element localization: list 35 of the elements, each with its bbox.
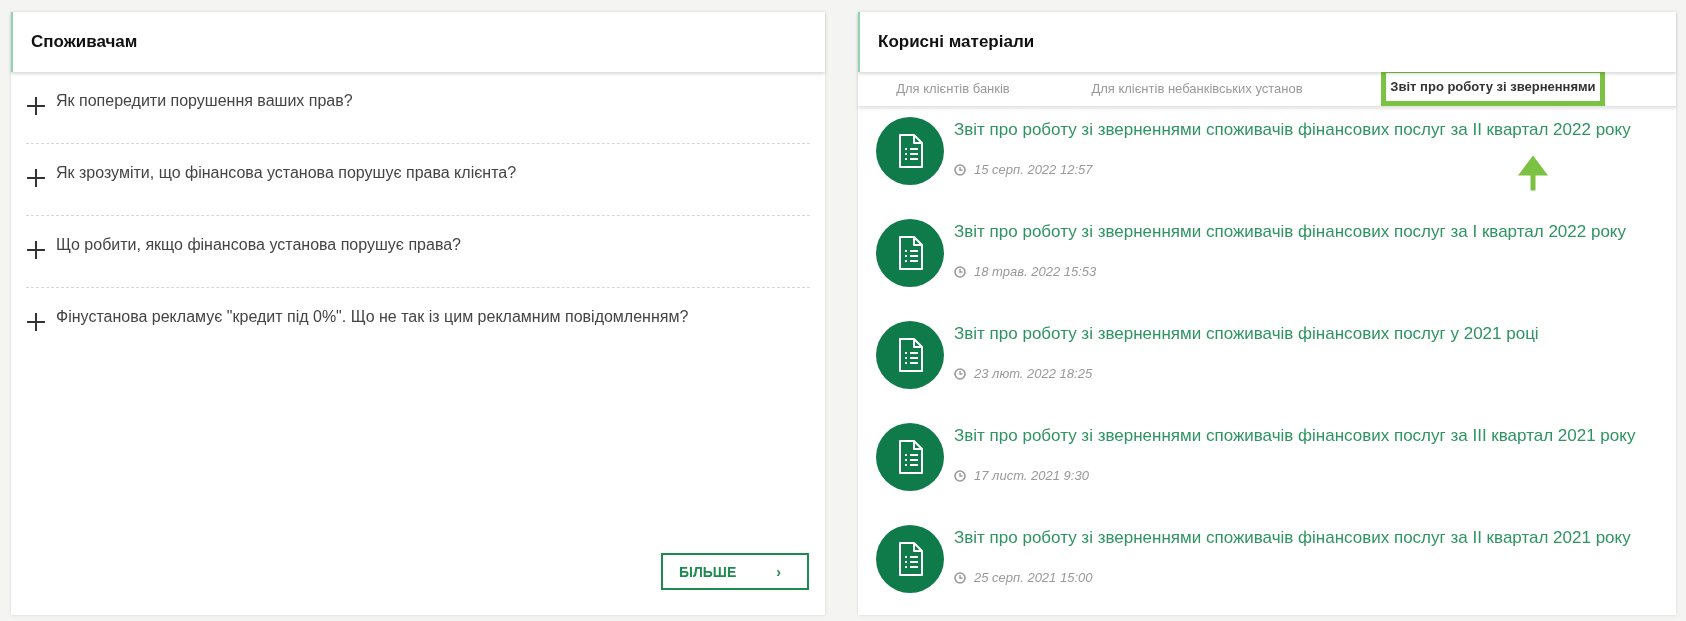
document-date: 23 лют. 2022 18:25 <box>974 366 1093 381</box>
clock-icon <box>954 265 966 278</box>
document-icon <box>876 117 944 185</box>
faq-question[interactable]: Як зрозуміти, що фінансова установа порушує права клієнта? <box>56 164 517 182</box>
document-link[interactable]: Звіт про роботу зі зверненнями споживачів фінансових послуг за II квартал 2022 року <box>954 120 1631 140</box>
document-link[interactable]: Звіт про роботу зі зверненнями споживачів фінансових послуг за I квартал 2022 року <box>954 222 1626 242</box>
more-button[interactable]: БІЛЬШЕ › <box>661 553 809 590</box>
document-link[interactable]: Звіт про роботу зі зверненнями споживачів фінансових послуг за III квартал 2021 року <box>954 426 1636 446</box>
plus-icon[interactable] <box>26 312 46 332</box>
clock-icon <box>954 469 966 482</box>
document-link[interactable]: Звіт про роботу зі зверненнями споживачів фінансових послуг у 2021 році <box>954 324 1539 344</box>
document-date: 25 серп. 2021 15:00 <box>974 570 1093 585</box>
clock-icon <box>954 571 966 584</box>
document-icon <box>876 423 944 491</box>
tab[interactable]: Для клієнтів банків <box>858 72 1048 106</box>
document-link[interactable]: Звіт про роботу зі зверненнями споживачів фінансових послуг за II квартал 2021 року <box>954 528 1631 548</box>
tab[interactable]: Звіт про роботу зі зверненнями <box>1381 68 1605 106</box>
clock-icon <box>954 367 966 380</box>
tab[interactable]: Для клієнтів небанківських установ <box>1048 72 1346 106</box>
document-date: 17 лист. 2021 9:30 <box>974 468 1089 483</box>
plus-icon[interactable] <box>26 168 46 188</box>
panel-title: Корисні матеріали <box>878 32 1035 52</box>
arrow-icon <box>1518 155 1548 191</box>
plus-icon[interactable] <box>26 240 46 260</box>
document-icon <box>876 219 944 287</box>
document-date: 15 серп. 2022 12:57 <box>974 162 1093 177</box>
faq-question[interactable]: Фінустанова рекламує "кредит під 0%". Що не так із цим рекламним повідомленням? <box>56 308 689 326</box>
document-icon <box>876 321 944 389</box>
clock-icon <box>954 163 966 176</box>
document-date: 18 трав. 2022 15:53 <box>974 264 1097 279</box>
faq-question[interactable]: Як попередити порушення ваших прав? <box>56 92 353 110</box>
faq-question[interactable]: Що робити, якщо фінансова установа порушує права? <box>56 236 461 254</box>
document-icon <box>876 525 944 593</box>
plus-icon[interactable] <box>26 96 46 116</box>
panel-title: Споживачам <box>31 32 138 52</box>
